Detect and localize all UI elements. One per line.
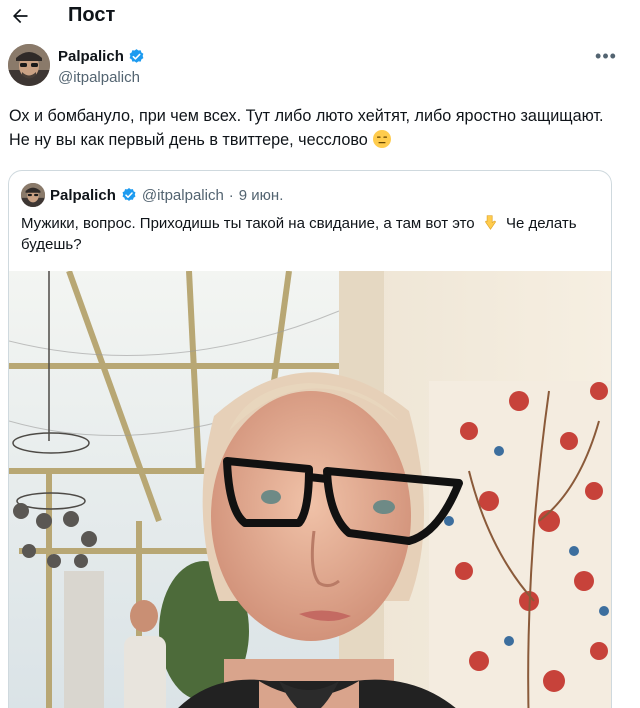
more-options-icon: ••• xyxy=(595,46,617,66)
quoted-post-date: 9 июн. xyxy=(238,186,284,204)
expressionless-face-icon xyxy=(372,130,391,148)
author-handle[interactable]: @itpalpalich xyxy=(58,69,140,86)
arrow-left-icon xyxy=(13,8,28,24)
post-text-content: Ох и бомбануло, при чем всех. Тут либо л… xyxy=(9,107,604,149)
author-name[interactable]: Palpalich xyxy=(58,48,124,65)
quoted-text-content: Мужики, вопрос. Приходишь ты такой на св… xyxy=(21,215,475,232)
verified-badge-icon xyxy=(122,188,136,201)
page-title: Пост xyxy=(68,4,116,26)
quoted-post-header: Palpalich @itpalpalich · 9 июн. xyxy=(21,183,283,207)
quoted-post-text: Мужики, вопрос. Приходишь ты такой на св… xyxy=(21,213,601,255)
verified-badge-icon xyxy=(129,49,144,63)
quoted-author-name: Palpalich xyxy=(50,186,116,204)
quoted-avatar xyxy=(21,183,45,207)
more-options-button[interactable]: ••• xyxy=(594,46,618,68)
quoted-post-card[interactable]: Palpalich @itpalpalich · 9 июн. Мужики, … xyxy=(8,170,612,708)
avatar[interactable] xyxy=(8,44,50,86)
pointing-down-icon xyxy=(484,215,496,230)
back-button[interactable] xyxy=(8,4,32,28)
top-bar: Пост xyxy=(0,0,640,32)
quoted-author-handle: @itpalpalich xyxy=(141,186,224,204)
meta-separator: · xyxy=(228,186,234,204)
quoted-post-image[interactable] xyxy=(9,271,611,708)
post-author-row: Palpalich @itpalpalich ••• xyxy=(8,44,632,90)
post-text: Ох и бомбануло, при чем всех. Тут либо л… xyxy=(9,104,609,152)
author-name-group: Palpalich xyxy=(58,48,145,65)
selfie-photo xyxy=(9,271,611,708)
